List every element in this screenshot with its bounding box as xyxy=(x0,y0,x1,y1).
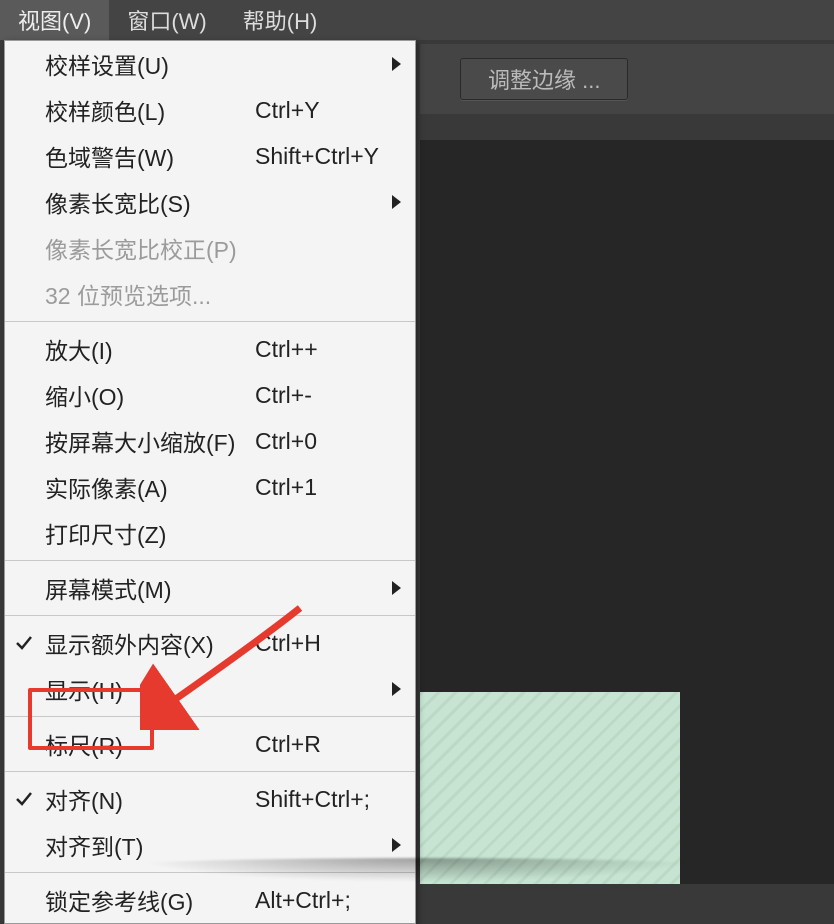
submenu-arrow-icon xyxy=(392,581,401,595)
submenu-arrow-icon xyxy=(392,195,401,209)
menu-label: 对齐(N) xyxy=(45,782,255,816)
menu-shortcut: Shift+Ctrl+; xyxy=(255,786,415,813)
options-bar: 调整边缘 ... xyxy=(420,44,834,114)
menu-separator xyxy=(5,560,415,561)
menu-label: 缩小(O) xyxy=(45,378,255,412)
menu-item-proof-colors[interactable]: 校样颜色(L) Ctrl+Y xyxy=(5,87,415,133)
menu-label: 打印尺寸(Z) xyxy=(45,516,415,550)
menu-item-snap[interactable]: 对齐(N) Shift+Ctrl+; xyxy=(5,776,415,822)
menu-label: 放大(I) xyxy=(45,332,255,366)
menu-label: 显示(H) xyxy=(45,672,415,706)
menu-label: 32 位预览选项... xyxy=(45,277,415,311)
menu-label: 色域警告(W) xyxy=(45,139,255,173)
menu-item-zoom-out[interactable]: 缩小(O) Ctrl+- xyxy=(5,372,415,418)
menu-item-fit-screen[interactable]: 按屏幕大小缩放(F) Ctrl+0 xyxy=(5,418,415,464)
menu-view[interactable]: 视图(V) xyxy=(0,0,109,40)
menu-shortcut: Ctrl+0 xyxy=(255,428,415,455)
menu-help[interactable]: 帮助(H) xyxy=(225,0,336,40)
view-menu-dropdown: 校样设置(U) 校样颜色(L) Ctrl+Y 色域警告(W) Shift+Ctr… xyxy=(4,40,416,924)
menu-item-proof-setup[interactable]: 校样设置(U) xyxy=(5,41,415,87)
menu-shortcut: Ctrl+H xyxy=(255,630,415,657)
canvas-area xyxy=(420,140,834,884)
menu-label: 对齐到(T) xyxy=(45,828,415,862)
menu-shortcut: Ctrl+Y xyxy=(255,97,415,124)
menubar: 视图(V) 窗口(W) 帮助(H) xyxy=(0,0,834,40)
checkmark-icon xyxy=(15,634,33,652)
menu-item-pixel-aspect-correction: 像素长宽比校正(P) xyxy=(5,225,415,271)
menu-item-screen-mode[interactable]: 屏幕模式(M) xyxy=(5,565,415,611)
menu-item-rulers[interactable]: 标尺(R) Ctrl+R xyxy=(5,721,415,767)
menu-item-32bit-preview: 32 位预览选项... xyxy=(5,271,415,317)
canvas-image xyxy=(420,692,680,884)
menu-item-show[interactable]: 显示(H) xyxy=(5,666,415,712)
menu-label: 显示额外内容(X) xyxy=(45,626,255,660)
menu-item-extras[interactable]: 显示额外内容(X) Ctrl+H xyxy=(5,620,415,666)
menu-shortcut: Shift+Ctrl+Y xyxy=(255,143,415,170)
menu-label: 按屏幕大小缩放(F) xyxy=(45,424,255,458)
menu-item-actual-pixels[interactable]: 实际像素(A) Ctrl+1 xyxy=(5,464,415,510)
menu-label: 校样设置(U) xyxy=(45,47,415,81)
submenu-arrow-icon xyxy=(392,838,401,852)
refine-edge-button[interactable]: 调整边缘 ... xyxy=(460,58,628,100)
menu-separator xyxy=(5,771,415,772)
decorative-shadow xyxy=(17,858,818,892)
menu-separator xyxy=(5,321,415,322)
menu-window[interactable]: 窗口(W) xyxy=(109,0,224,40)
menu-separator xyxy=(5,615,415,616)
menu-item-print-size[interactable]: 打印尺寸(Z) xyxy=(5,510,415,556)
submenu-arrow-icon xyxy=(392,682,401,696)
menu-shortcut: Ctrl+- xyxy=(255,382,415,409)
menu-label: 校样颜色(L) xyxy=(45,93,255,127)
menu-item-pixel-aspect-ratio[interactable]: 像素长宽比(S) xyxy=(5,179,415,225)
menu-shortcut: Ctrl+1 xyxy=(255,474,415,501)
menu-shortcut: Ctrl++ xyxy=(255,336,415,363)
menu-item-zoom-in[interactable]: 放大(I) Ctrl++ xyxy=(5,326,415,372)
menu-label: 实际像素(A) xyxy=(45,470,255,504)
menu-label: 像素长宽比(S) xyxy=(45,185,415,219)
menu-item-gamut-warning[interactable]: 色域警告(W) Shift+Ctrl+Y xyxy=(5,133,415,179)
submenu-arrow-icon xyxy=(392,57,401,71)
menu-separator xyxy=(5,716,415,717)
menu-label: 像素长宽比校正(P) xyxy=(45,231,415,265)
menu-label: 标尺(R) xyxy=(45,727,255,761)
checkmark-icon xyxy=(15,790,33,808)
menu-shortcut: Ctrl+R xyxy=(255,731,415,758)
menu-label: 屏幕模式(M) xyxy=(45,571,415,605)
